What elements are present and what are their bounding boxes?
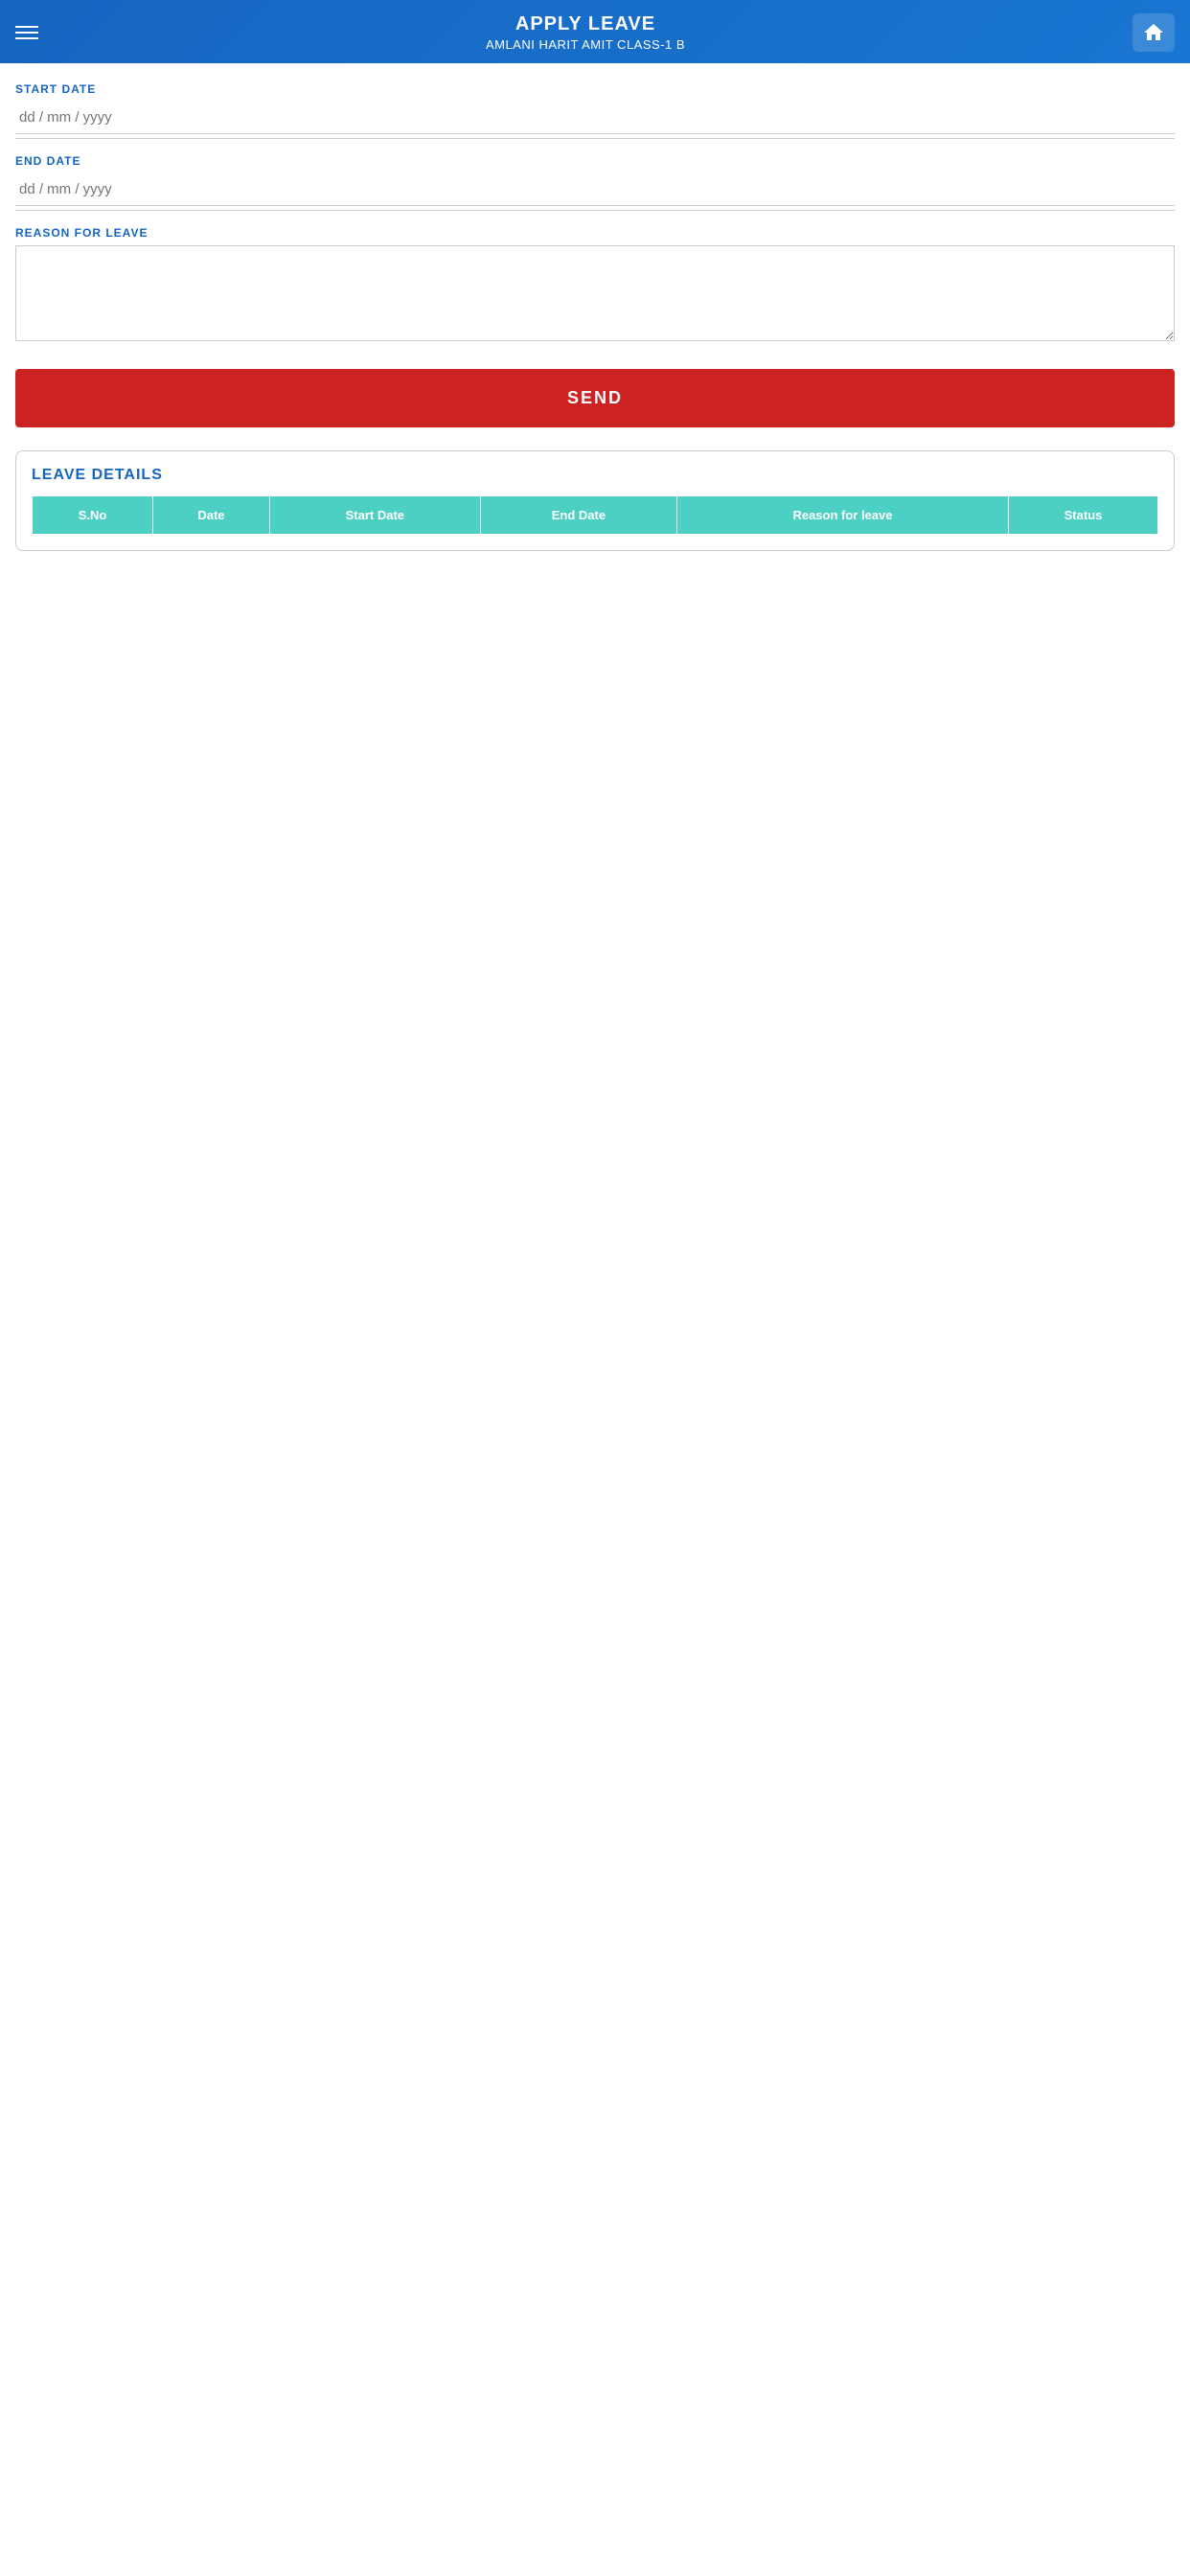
end-date-group: END DATE [15, 154, 1175, 211]
page-title: APPLY LEAVE [38, 13, 1133, 35]
start-date-label: START DATE [15, 82, 1175, 96]
reason-group: REASON FOR LEAVE [15, 226, 1175, 346]
start-date-divider [15, 138, 1175, 139]
leave-table-head: S.NoDateStart DateEnd DateReason for lea… [33, 496, 1158, 535]
table-header-3: End Date [480, 496, 676, 535]
table-header-0: S.No [33, 496, 153, 535]
home-icon [1142, 21, 1165, 44]
leave-table-header-row: S.NoDateStart DateEnd DateReason for lea… [33, 496, 1158, 535]
start-date-input[interactable] [15, 102, 1175, 134]
student-info: AMLANI HARIT AMIT CLASS-1 B [38, 37, 1133, 52]
table-header-5: Status [1009, 496, 1158, 535]
app-header: APPLY LEAVE AMLANI HARIT AMIT CLASS-1 B [0, 0, 1190, 63]
table-header-4: Reason for leave [676, 496, 1008, 535]
menu-button[interactable] [15, 26, 38, 39]
leave-details-card: LEAVE DETAILS S.NoDateStart DateEnd Date… [15, 450, 1175, 551]
home-button[interactable] [1133, 13, 1175, 52]
start-date-group: START DATE [15, 82, 1175, 139]
header-center: APPLY LEAVE AMLANI HARIT AMIT CLASS-1 B [38, 13, 1133, 52]
leave-details-title: LEAVE DETAILS [32, 467, 1158, 484]
table-header-2: Start Date [269, 496, 480, 535]
main-content: START DATE END DATE REASON FOR LEAVE SEN… [0, 63, 1190, 570]
send-button[interactable]: SEND [15, 369, 1175, 427]
reason-textarea[interactable] [15, 245, 1175, 341]
end-date-input[interactable] [15, 173, 1175, 206]
end-date-label: END DATE [15, 154, 1175, 168]
leave-table: S.NoDateStart DateEnd DateReason for lea… [32, 495, 1158, 535]
end-date-divider [15, 210, 1175, 211]
reason-label: REASON FOR LEAVE [15, 226, 1175, 240]
table-header-1: Date [153, 496, 270, 535]
